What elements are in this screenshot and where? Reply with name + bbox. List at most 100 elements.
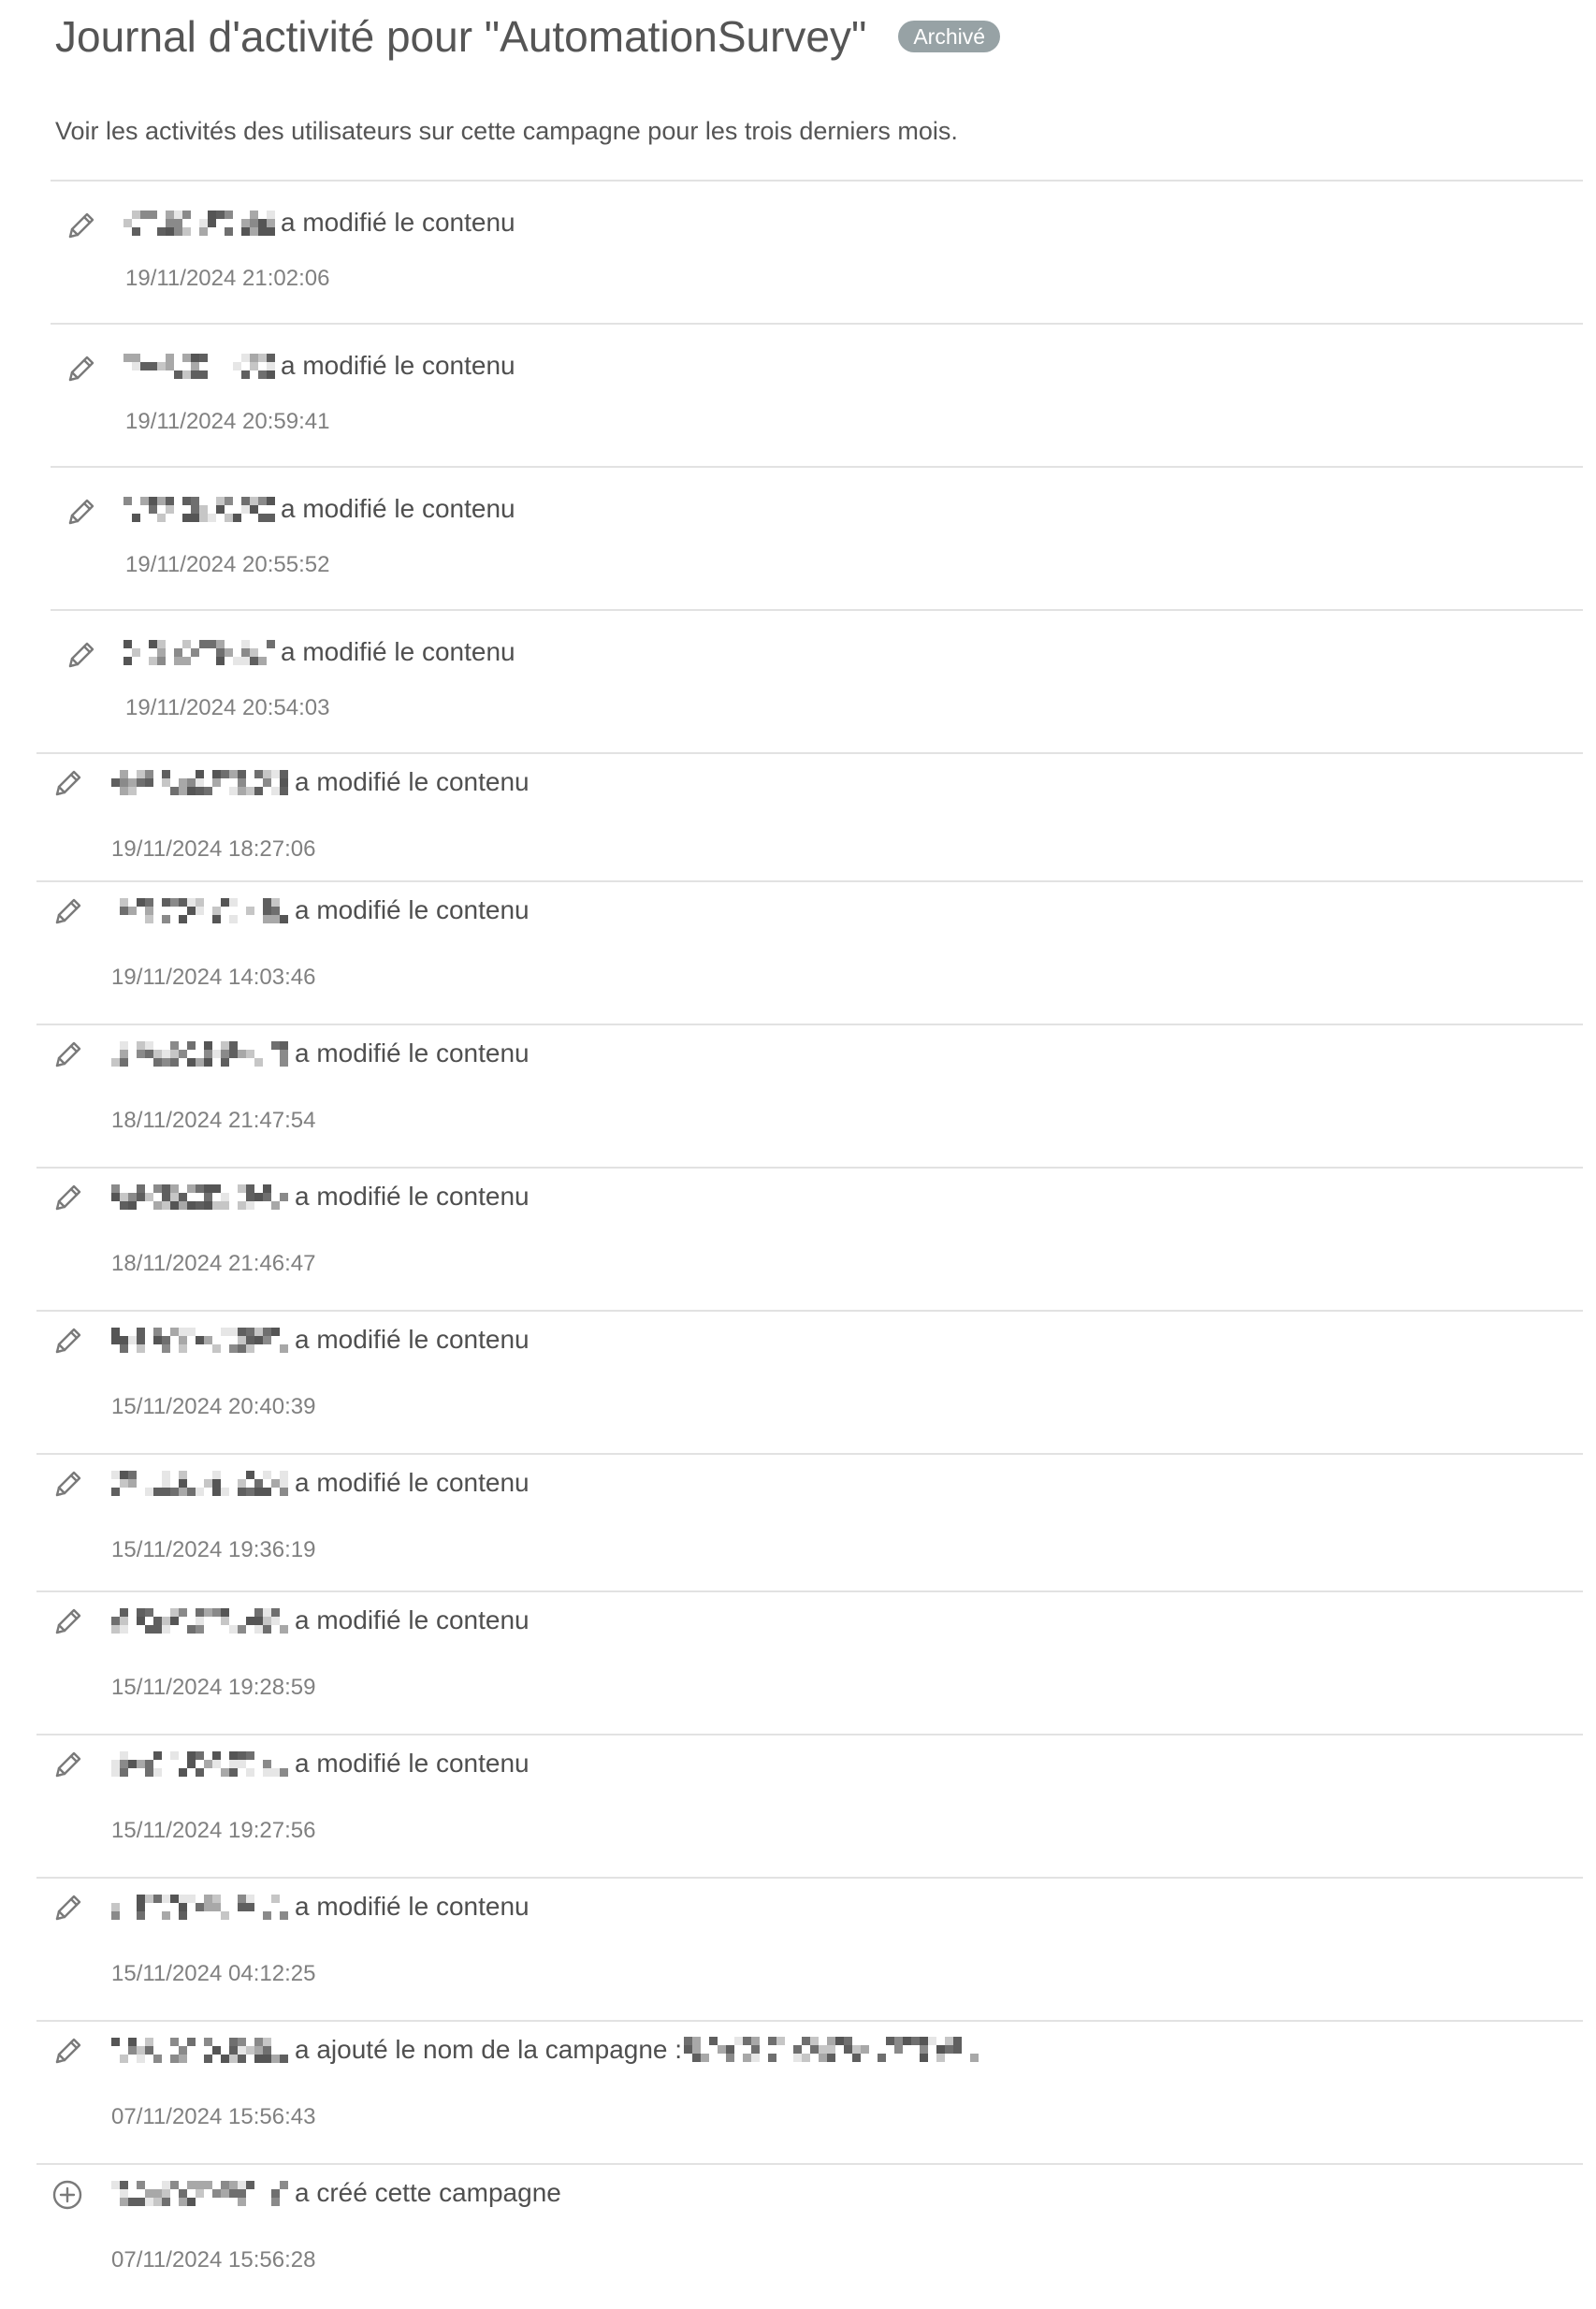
redaction-pixel [128, 1200, 137, 1210]
redaction-pixel [170, 1040, 179, 1050]
redaction-pixel [945, 2037, 954, 2045]
redaction-pixel [216, 504, 225, 514]
redaction-pixel [196, 1902, 204, 1911]
redacted-username [111, 1607, 295, 1634]
redaction-pixel [246, 1616, 254, 1625]
redaction-pixel [221, 897, 229, 907]
activity-description: a modifié le contenu [111, 1182, 530, 1212]
redacted-username [111, 1040, 295, 1067]
redaction-pixel [216, 647, 225, 657]
activity-description: a modifié le contenu [123, 494, 515, 524]
redaction-pixel [128, 1759, 137, 1768]
activity-description: a modifié le contenu [123, 637, 515, 667]
redaction-pixel [241, 504, 250, 514]
redaction-pixel [182, 496, 191, 505]
redaction-pixel [128, 777, 137, 787]
pencil-icon [49, 1037, 86, 1074]
redaction-pixel [263, 906, 271, 915]
redaction-pixel [137, 2054, 145, 2063]
redaction-pixel [271, 1894, 280, 1903]
redaction-pixel [254, 2054, 263, 2063]
activity-action: a modifié le contenu [295, 1182, 530, 1211]
redaction-pixel [170, 1192, 179, 1201]
redaction-pixel [751, 2037, 761, 2045]
redaction-pixel [250, 361, 258, 370]
redaction-pixel [111, 1057, 120, 1067]
redaction-pixel [179, 777, 187, 787]
redaction-pixel [238, 2054, 246, 2063]
redaction-pixel [182, 353, 191, 362]
redaction-pixel [229, 1343, 238, 1353]
redaction-pixel [153, 1750, 162, 1760]
activity-timestamp: 15/11/2024 19:28:59 [111, 1675, 316, 1700]
redaction-pixel [271, 2054, 280, 2063]
activity-timestamp: 15/11/2024 19:27:56 [111, 1818, 316, 1843]
redaction-pixel [246, 786, 254, 795]
redaction-pixel [145, 1624, 153, 1634]
redaction-pixel [187, 1040, 196, 1050]
status-badge: Archivé [898, 21, 1001, 52]
redaction-pixel [162, 1487, 170, 1496]
redaction-pixel [238, 1750, 246, 1760]
redaction-pixel [246, 1767, 254, 1777]
redaction-pixel [216, 656, 225, 665]
redaction-pixel [263, 777, 271, 787]
redaction-pixel [111, 2037, 120, 2046]
redaction-pixel [179, 2045, 187, 2055]
redaction-pixel [145, 2197, 153, 2206]
redaction-pixel [132, 226, 140, 236]
redaction-pixel [174, 370, 182, 379]
redaction-pixel [162, 914, 170, 923]
redaction-pixel [196, 1616, 204, 1625]
redaction-pixel [263, 1470, 271, 1479]
activity-description: a modifié le contenu [111, 767, 530, 797]
redaction-pixel [120, 1040, 128, 1050]
redaction-pixel [229, 1327, 238, 1336]
redaction-pixel [120, 1767, 128, 1777]
redaction-pixel [810, 2037, 820, 2045]
redaction-pixel [196, 1487, 204, 1496]
redaction-pixel [153, 2197, 162, 2206]
redaction-pixel [191, 353, 199, 362]
redaction-pixel [221, 1910, 229, 1920]
redaction-pixel [120, 1200, 128, 1210]
redaction-pixel [734, 2037, 744, 2045]
redaction-pixel [212, 914, 221, 923]
redaction-pixel [162, 1200, 170, 1210]
redaction-pixel [145, 914, 153, 923]
redaction-pixel [111, 1624, 120, 1634]
redaction-pixel [145, 1759, 153, 1768]
redaction-pixel [233, 656, 241, 665]
activity-description: a modifié le contenu [111, 1892, 530, 1922]
redaction-pixel [145, 769, 153, 778]
redaction-pixel [123, 656, 132, 665]
redaction-pixel [199, 353, 208, 362]
redaction-pixel [120, 2054, 128, 2063]
redaction-pixel [111, 1470, 120, 1479]
redaction-pixel [166, 361, 174, 370]
redaction-pixel [238, 769, 246, 778]
redaction-pixel [250, 218, 258, 227]
activity-action: a modifié le contenu [295, 1325, 530, 1354]
redaction-pixel [271, 2197, 280, 2206]
redaction-pixel [204, 1200, 212, 1210]
redaction-pixel [271, 897, 280, 907]
redaction-pixel [280, 769, 288, 778]
redaction-pixel [179, 2054, 187, 2063]
redaction-pixel [170, 1049, 179, 1058]
redaction-pixel [170, 1200, 179, 1210]
redaction-pixel [145, 1607, 153, 1617]
redaction-pixel [271, 786, 280, 795]
redaction-pixel [263, 1487, 271, 1496]
redaction-pixel [162, 1470, 170, 1479]
redaction-pixel [238, 1184, 246, 1193]
redaction-pixel [111, 1902, 120, 1911]
redaction-pixel [179, 914, 187, 923]
redaction-pixel [241, 226, 250, 236]
redaction-pixel [208, 639, 216, 648]
redaction-pixel [246, 1487, 254, 1496]
redaction-pixel [208, 210, 216, 219]
redaction-pixel [878, 2054, 887, 2062]
redaction-pixel [128, 786, 137, 795]
redaction-pixel [271, 1478, 280, 1488]
